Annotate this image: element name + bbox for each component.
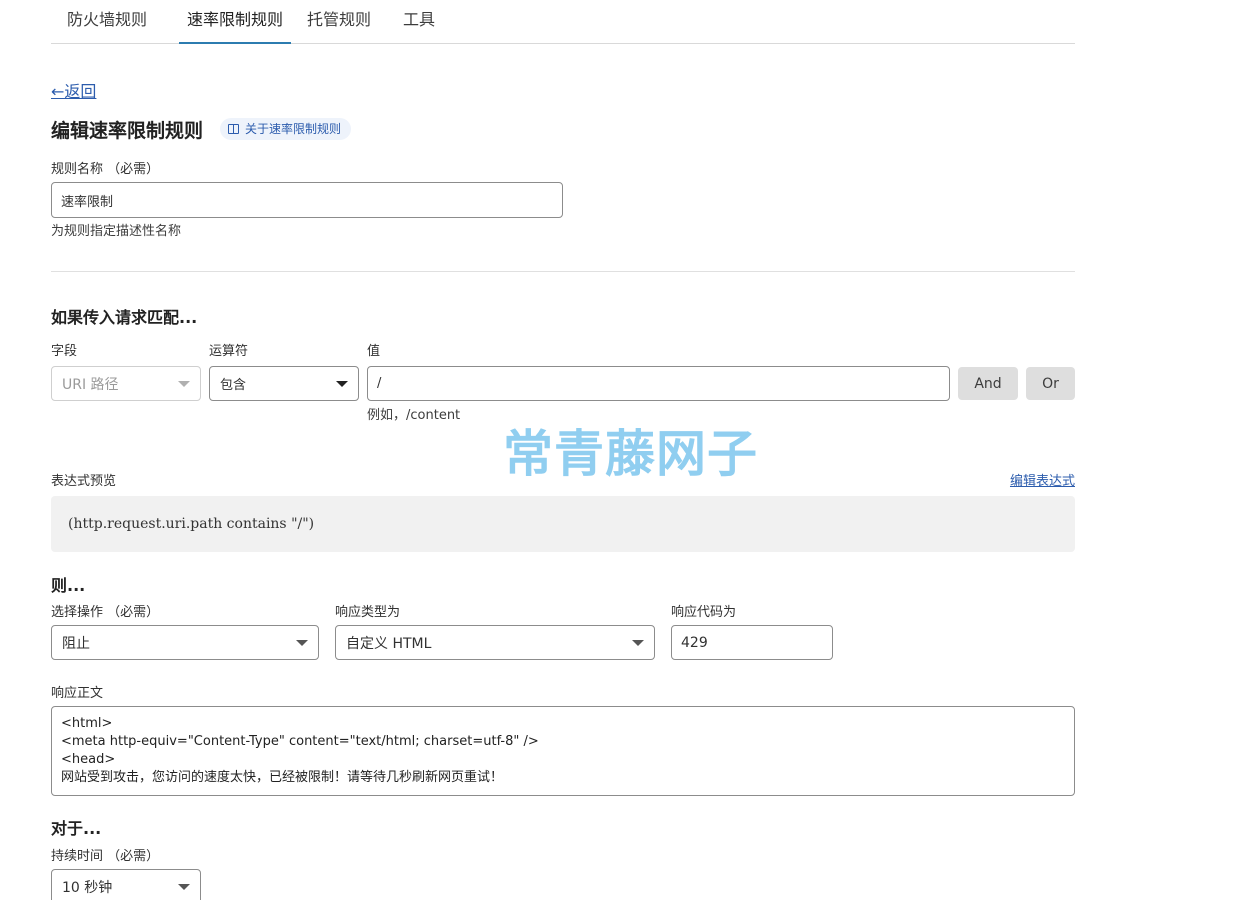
chevron-down-icon [336,380,348,387]
for-heading: 对于... [51,819,102,838]
expression-preview: (http.request.uri.path contains "/") [51,496,1075,552]
expression-preview-text: (http.request.uri.path contains "/") [68,516,315,532]
section-divider [51,271,1075,272]
book-icon [228,124,239,134]
chevron-down-icon [178,883,190,890]
edit-expression-link[interactable]: 编辑表达式 [1010,470,1075,489]
chevron-down-icon [296,639,308,646]
value-input-value: / [377,376,382,391]
action-label: 选择操作 （必需） [51,605,160,620]
rule-name-label: 规则名称 （必需） [51,162,160,177]
action-select[interactable]: 阻止 [51,625,319,660]
response-body-label: 响应正文 [51,686,104,701]
tab-tools[interactable]: 工具 [403,0,435,44]
operator-select[interactable]: 包含 [209,366,359,401]
response-body-textarea[interactable]: <html> <meta http-equiv="Content-Type" c… [51,706,1075,796]
page-title: 编辑速率限制规则 [51,120,204,142]
response-body-line: <meta http-equiv="Content-Type" content=… [61,734,539,749]
and-button[interactable]: And [958,367,1018,400]
rule-name-value: 速率限制 [61,194,114,210]
field-label: 字段 [51,344,78,359]
response-body-line: <head> [61,752,116,767]
field-select: URI 路径 [51,366,201,401]
expression-preview-label: 表达式预览 [51,474,117,489]
chevron-down-icon [178,380,190,387]
duration-label: 持续时间 （必需） [51,849,160,864]
response-type-label: 响应类型为 [335,605,401,620]
chevron-down-icon [632,639,644,646]
back-link[interactable]: ←返回 [51,78,96,102]
action-select-value: 阻止 [62,635,90,652]
value-label: 值 [367,344,381,359]
then-heading: 则... [51,576,86,595]
operator-label: 运算符 [209,344,249,359]
tab-bar: 防火墙规则 速率限制规则 托管规则 工具 [51,0,1075,44]
response-code-value: 429 [681,634,708,651]
watermark-text: 常青藤网子 [503,425,758,483]
duration-select[interactable]: 10 秒钟 [51,869,201,900]
response-body-line: 网站受到攻击，您访问的速度太快，已经被限制！请等待几秒刷新网页重试！ [61,770,504,785]
field-select-value: URI 路径 [62,376,119,393]
operator-select-value: 包含 [220,378,247,393]
about-rate-limiting-label: 关于速率限制规则 [245,122,342,136]
response-type-select-value: 自定义 HTML [346,635,432,652]
rule-name-hint: 为规则指定描述性名称 [51,224,182,239]
response-code-input[interactable]: 429 [671,625,833,660]
tab-firewall-rules[interactable]: 防火墙规则 [67,0,147,44]
tab-managed-rules[interactable]: 托管规则 [307,0,371,44]
tab-rate-limiting-rules[interactable]: 速率限制规则 [179,0,291,44]
about-rate-limiting-link[interactable]: 关于速率限制规则 [220,118,352,140]
or-button[interactable]: Or [1026,367,1075,400]
response-type-select[interactable]: 自定义 HTML [335,625,655,660]
response-code-label: 响应代码为 [671,605,737,620]
value-input[interactable]: / [367,366,950,401]
rule-name-input[interactable]: 速率限制 [51,182,563,218]
response-body-line: <html> [61,716,113,731]
match-heading: 如果传入请求匹配... [51,308,198,327]
duration-select-value: 10 秒钟 [62,879,113,896]
value-hint: 例如，/content [367,408,461,423]
